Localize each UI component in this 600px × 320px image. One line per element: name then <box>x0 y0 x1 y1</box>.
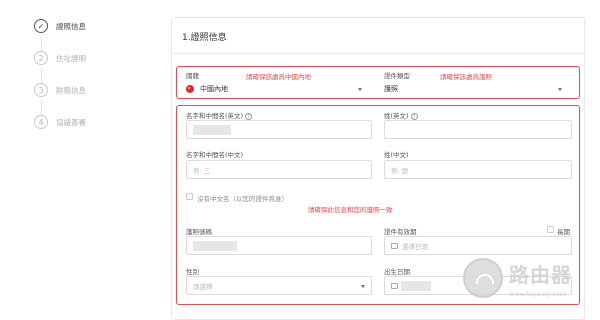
gender-select[interactable]: 請選擇 <box>186 276 372 295</box>
redacted-value <box>401 281 431 291</box>
redacted-value <box>193 125 231 135</box>
passport-number-label: 護照號碼 <box>186 228 212 236</box>
surname-en-label: 姓(英文)? <box>384 110 418 120</box>
step-number: 4 <box>34 115 48 129</box>
chevron-down-icon <box>358 88 362 92</box>
long-term-label: 長期 <box>557 228 570 236</box>
watermark: 路由器 www.luyouqi.com <box>463 258 572 298</box>
doc-type-note: 請確保該處爲護照 <box>440 73 492 81</box>
given-name-en-label: 名字和中間名(英文)? <box>186 110 253 120</box>
step-label: 證照信息 <box>56 21 86 31</box>
step-label: 住址證明 <box>56 53 86 63</box>
nationality-select[interactable]: 中國內地 <box>186 81 368 97</box>
birth-date-label: 出生日期 <box>384 268 410 276</box>
passport-number-input[interactable] <box>186 236 372 255</box>
redacted-value <box>193 241 237 251</box>
no-chinese-name-label: 沒有中文名（以您的證件爲准） <box>197 195 288 203</box>
surname-en-input[interactable] <box>384 120 572 139</box>
chevron-down-icon <box>558 88 562 92</box>
watermark-text: 路由器 <box>509 262 572 287</box>
validity-date-picker[interactable]: 選擇日期 <box>384 236 572 255</box>
doc-type-select[interactable]: 護照 <box>384 81 568 97</box>
surname-cn-label: 姓(中文) <box>384 151 409 159</box>
router-logo-icon <box>463 258 503 298</box>
nationality-value: 中國內地 <box>200 85 228 93</box>
gender-label: 性別 <box>186 268 199 276</box>
no-chinese-name-checkbox[interactable] <box>186 193 193 200</box>
nationality-note: 請確保該處爲中國內地 <box>246 73 311 81</box>
step-number: 3 <box>34 83 48 97</box>
given-name-en-input[interactable] <box>186 120 372 139</box>
nationality-label: 國籍 <box>186 72 199 80</box>
step-agreement[interactable]: 4 協議簽署 <box>34 114 86 130</box>
chevron-down-icon <box>361 284 365 288</box>
placeholder: 請選擇 <box>193 282 213 291</box>
help-icon[interactable]: ? <box>410 112 418 120</box>
doc-type-label: 證件類型 <box>384 72 410 80</box>
calendar-icon <box>391 282 398 289</box>
divider <box>172 53 584 54</box>
long-term-checkbox[interactable] <box>547 226 554 233</box>
card-title: 1.證照信息 <box>182 33 227 43</box>
placeholder: 例: 三 <box>193 166 211 175</box>
step-label: 協議簽署 <box>56 117 86 127</box>
check-icon: ✓ <box>34 19 48 33</box>
placeholder: 選擇日期 <box>402 242 428 251</box>
step-id-info[interactable]: ✓ 證照信息 <box>34 18 86 34</box>
placeholder: 例: 張 <box>391 166 409 175</box>
watermark-url: www.luyouqi.com <box>509 289 567 298</box>
doc-type-value: 護照 <box>384 85 398 93</box>
given-name-cn-input[interactable]: 例: 三 <box>186 160 372 179</box>
surname-cn-input[interactable]: 例: 張 <box>384 160 572 179</box>
consistency-note: 請確保此信息和您的護照一致 <box>308 206 393 214</box>
step-financial-info[interactable]: 3 財務信息 <box>34 82 86 98</box>
china-flag-icon <box>186 85 194 93</box>
validity-label: 證件有效期 <box>384 228 417 236</box>
step-label: 財務信息 <box>56 85 86 95</box>
step-number: 2 <box>34 51 48 65</box>
calendar-icon <box>391 242 398 249</box>
given-name-cn-label: 名字和中間名(中文) <box>186 151 244 159</box>
help-icon[interactable]: ? <box>245 112 253 120</box>
step-address-proof[interactable]: 2 住址證明 <box>34 50 86 66</box>
